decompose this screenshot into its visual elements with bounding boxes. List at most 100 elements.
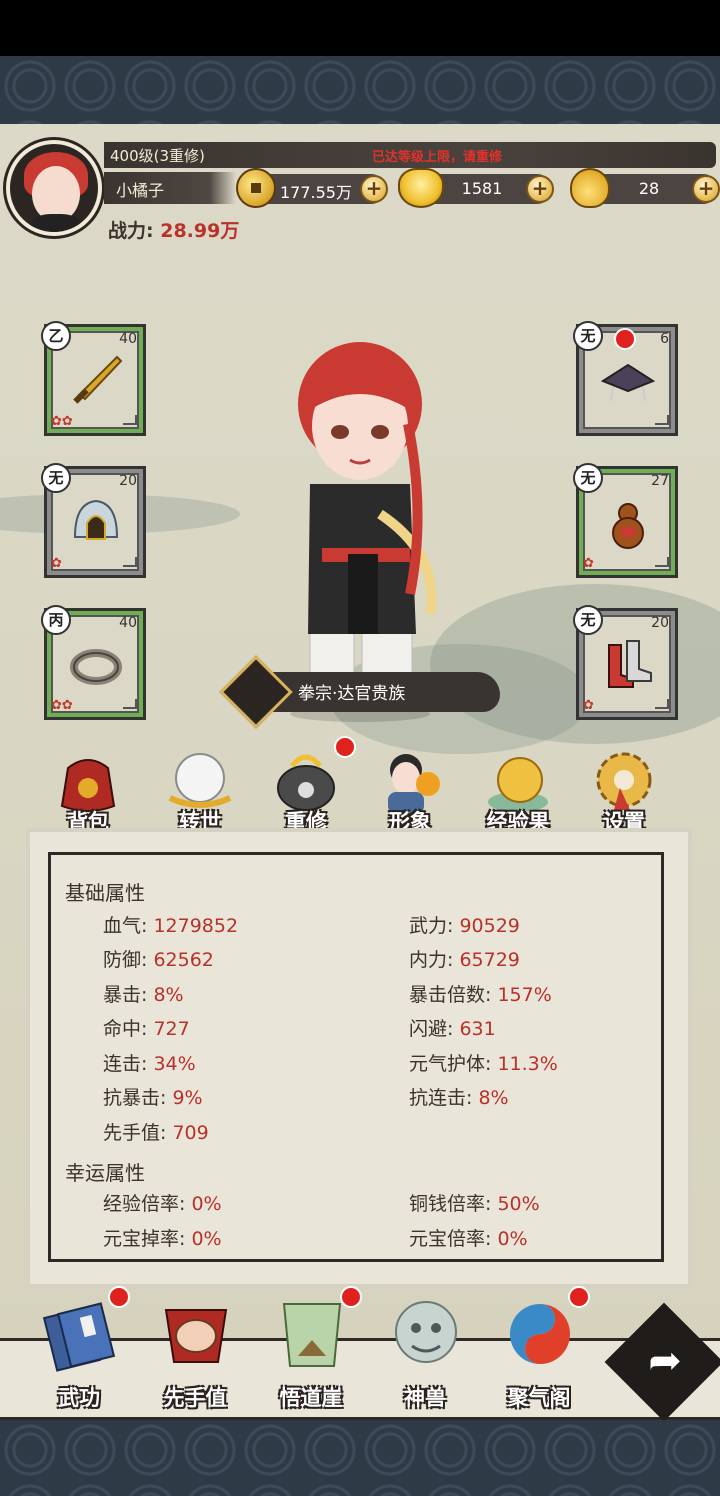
gourd-icon xyxy=(612,503,644,549)
stat-defense: 防御: 62562 xyxy=(103,949,214,971)
martial-arts-button[interactable]: 武功 xyxy=(24,1294,134,1414)
cauldron-icon xyxy=(277,754,335,811)
level-cap-warning: 已达等级上限，请重修 xyxy=(372,150,503,165)
notification-dot xyxy=(614,328,636,350)
attributes-panel: 基础属性 血气: 1279852 武力: 90529 防御: 62562 内力:… xyxy=(30,832,688,1284)
character-screen: 400级(3重修) 已达等级上限，请重修 小橘子 177.55万 + 1581 … xyxy=(0,124,720,1420)
enlightenment-cliff-button[interactable]: 悟道崖 xyxy=(256,1294,366,1414)
qi-gathering-button[interactable]: 聚气阁 xyxy=(484,1294,594,1414)
item-level: 40 xyxy=(119,615,137,631)
gem-indicator: ✿ xyxy=(583,698,594,713)
item-level: 6 xyxy=(660,331,669,347)
character-title: 拳宗·达官贵族 xyxy=(298,684,406,704)
combat-power-value: 28.99万 xyxy=(160,220,240,242)
grade-badge: 无 xyxy=(573,321,603,351)
nav-label: 聚气阁 xyxy=(507,1386,571,1410)
stat-exp-rate: 经验倍率: 0% xyxy=(103,1193,222,1215)
helmet-icon xyxy=(73,499,119,540)
fist-icon xyxy=(164,1309,228,1363)
stat-combo: 连击: 34% xyxy=(103,1053,196,1075)
item-level: 27 xyxy=(651,473,669,489)
stat-vital-shield: 元气护体: 11.3% xyxy=(409,1053,558,1075)
add-copper-button[interactable]: + xyxy=(360,175,388,203)
grade-badge: 乙 xyxy=(41,321,71,351)
reincarnate-button[interactable]: 转世 xyxy=(152,744,248,840)
player-name: 小橘子 xyxy=(116,181,165,200)
stat-attack: 武力: 90529 xyxy=(409,915,520,937)
notification-dot xyxy=(340,1286,362,1308)
stat-hit: 命中: 727 xyxy=(103,1018,190,1040)
divine-beast-button[interactable]: 神兽 xyxy=(370,1294,480,1414)
swirl-icon xyxy=(510,1304,570,1364)
luck-attributes-title: 幸运属性 xyxy=(65,1161,145,1185)
equip-slot-weapon[interactable]: 乙 40 ✿✿ xyxy=(41,321,146,436)
bag-button[interactable]: 背包 xyxy=(40,744,136,840)
bag-icon xyxy=(60,759,116,812)
item-level: 40 xyxy=(119,331,137,347)
copper-coin-counter: 177.55万 + xyxy=(236,168,388,208)
stat-crit-multiplier: 暴击倍数: 157% xyxy=(409,984,552,1006)
player-avatar[interactable] xyxy=(6,140,102,236)
portrait-icon xyxy=(388,754,440,814)
gem-indicator: ✿✿ xyxy=(51,414,73,429)
grade-badge: 无 xyxy=(41,463,71,493)
stat-copper-rate: 铜钱倍率: 50% xyxy=(409,1193,540,1215)
stat-ingot-rate: 元宝倍率: 0% xyxy=(409,1228,528,1250)
gold-ingot-counter: 1581 + xyxy=(398,168,554,208)
hat-icon xyxy=(600,363,656,402)
top-pattern-band xyxy=(0,56,720,124)
stat-combo-resist: 抗连击: 8% xyxy=(409,1087,509,1109)
attributes-frame: 基础属性 血气: 1279852 武力: 90529 防御: 62562 内力:… xyxy=(48,852,664,1262)
beast-icon xyxy=(395,1301,457,1363)
character-title-banner: 拳宗·达官贵族 xyxy=(219,655,510,729)
boots-icon xyxy=(608,640,652,688)
pearl-icon xyxy=(168,753,232,808)
stat-crit: 暴击: 8% xyxy=(103,984,184,1006)
stat-crit-resist: 抗暴击: 9% xyxy=(103,1087,203,1109)
add-ingot-button[interactable]: + xyxy=(526,175,554,203)
gem-indicator: ✿ xyxy=(583,556,594,571)
arrow-right-icon: ➦ xyxy=(648,1338,682,1384)
notification-dot xyxy=(334,736,356,758)
gem-indicator: ✿✿ xyxy=(51,698,73,713)
item-level: 20 xyxy=(651,615,669,631)
combat-power: 战力: 28.99万 xyxy=(108,216,239,243)
grade-badge: 丙 xyxy=(41,605,71,635)
retrain-button[interactable]: 重修 xyxy=(258,744,354,840)
equip-slot-helmet[interactable]: 无 20 ✿ xyxy=(41,463,146,578)
stat-hp: 血气: 1279852 xyxy=(103,915,239,937)
stat-inner-power: 内力: 65729 xyxy=(409,949,520,971)
name-bar: 小橘子 xyxy=(104,172,236,204)
nav-label: 神兽 xyxy=(404,1386,446,1410)
bottom-pattern-band xyxy=(0,1420,720,1496)
equip-slot-ring[interactable]: 丙 40 ✿✿ xyxy=(41,605,146,720)
fruit-icon xyxy=(488,757,548,812)
level-bar: 400级(3重修) 已达等级上限，请重修 xyxy=(104,142,716,168)
status-bar-area xyxy=(0,0,720,56)
grade-badge: 无 xyxy=(573,463,603,493)
player-level: 400级(3重修) xyxy=(110,147,205,165)
basic-attributes-title: 基础属性 xyxy=(65,881,145,905)
ring-icon xyxy=(70,649,122,685)
stat-ingot-drop: 元宝掉率: 0% xyxy=(103,1228,222,1250)
stat-initiative: 先手值: 709 xyxy=(103,1122,209,1144)
item-level: 20 xyxy=(119,473,137,489)
equip-slot-gourd[interactable]: 无 27 ✿ xyxy=(573,463,678,578)
title-emblem-icon xyxy=(219,655,293,729)
cliff-icon xyxy=(282,1303,342,1367)
gear-icon xyxy=(596,752,652,810)
exp-fruit-button[interactable]: 经验果 xyxy=(470,744,566,840)
equip-slot-boots[interactable]: 无 20 ✿ xyxy=(573,605,678,720)
notification-dot xyxy=(108,1286,130,1308)
gem-indicator: ✿ xyxy=(51,556,62,571)
grade-badge: 无 xyxy=(573,605,603,635)
combat-power-label: 战力: xyxy=(108,220,154,242)
settings-button[interactable]: 设置 xyxy=(576,744,672,840)
initiative-button[interactable]: 先手值 xyxy=(140,1294,250,1414)
nav-label: 悟道崖 xyxy=(279,1386,343,1410)
add-gourd-button[interactable]: + xyxy=(692,175,720,203)
book-icon xyxy=(42,1302,116,1372)
notification-dot xyxy=(568,1286,590,1308)
appearance-button[interactable]: 形象 xyxy=(362,744,458,840)
gourd-counter: 28 + xyxy=(570,168,720,208)
